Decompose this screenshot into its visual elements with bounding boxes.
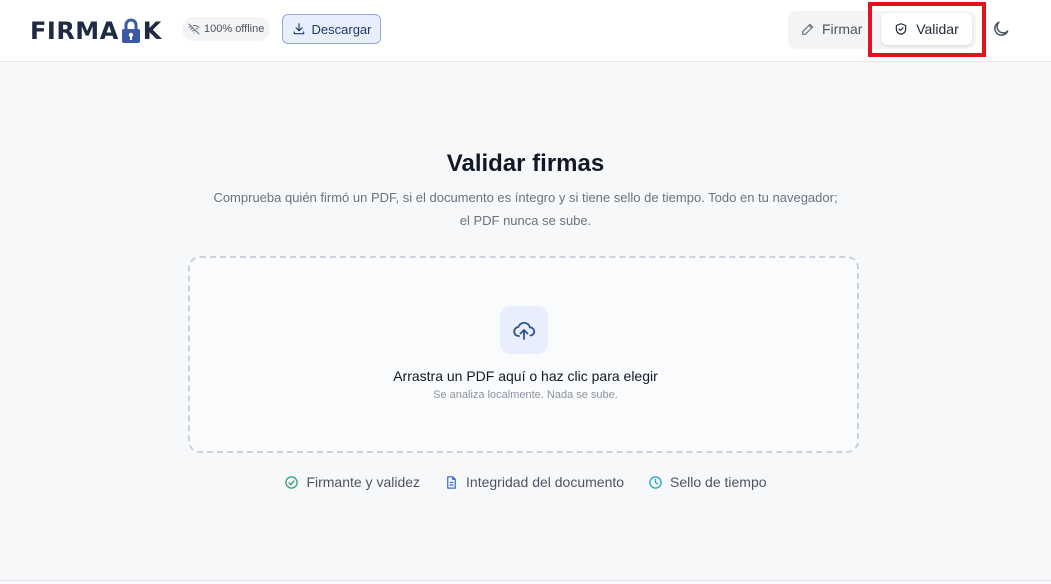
download-icon <box>293 23 304 35</box>
nav-validate-button[interactable]: Validar <box>881 13 972 45</box>
shield-check-icon <box>895 23 907 35</box>
page-subtitle-line1: Comprueba quién firmó un PDF, si el docu… <box>213 190 838 205</box>
feature-signer: Firmante y validez <box>284 474 420 490</box>
wifi-off-icon <box>188 23 200 35</box>
padlock-icon <box>120 18 142 44</box>
nav-sign-button[interactable]: Firmar <box>800 14 862 44</box>
offline-badge-label: 100% offline <box>204 23 265 35</box>
logo-text-left: FIRMA <box>30 17 119 45</box>
feature-timestamp: Sello de tiempo <box>648 474 767 490</box>
check-circle-icon <box>285 475 299 489</box>
pdf-dropzone[interactable] <box>188 256 859 453</box>
footer-divider <box>0 580 1051 581</box>
download-button-label: Descargar <box>311 21 372 37</box>
feature-signer-label: Firmante y validez <box>306 474 421 490</box>
clock-icon <box>649 475 662 489</box>
document-icon <box>447 475 456 489</box>
theme-toggle-button[interactable] <box>989 17 1013 41</box>
firmaok-logo[interactable]: FIRMA K <box>30 17 162 45</box>
feature-list: Firmante y validez Integridad del docume… <box>0 474 1051 490</box>
dropzone-secondary-text: Se analiza localmente. Nada se sube. <box>433 389 618 401</box>
pencil-icon <box>802 23 814 35</box>
page-title: Validar firmas <box>446 150 605 177</box>
feature-integrity: Integridad del documento <box>444 474 624 490</box>
download-button[interactable]: Descargar <box>282 14 381 44</box>
feature-timestamp-label: Sello de tiempo <box>670 474 767 490</box>
dropzone-primary-text: Arrastra un PDF aquí o haz clic para ele… <box>393 368 658 384</box>
cloud-upload-icon <box>513 321 536 340</box>
page-subtitle-line2: el PDF nunca se sube. <box>459 213 592 228</box>
upload-icon-box[interactable] <box>500 306 548 354</box>
nav-sign-label: Firmar <box>822 21 863 37</box>
moon-icon <box>994 21 1009 36</box>
feature-integrity-label: Integridad del documento <box>466 474 625 490</box>
offline-badge: 100% offline <box>182 17 271 41</box>
logo-text-right: K <box>142 17 162 45</box>
nav-validate-label: Validar <box>916 21 959 37</box>
